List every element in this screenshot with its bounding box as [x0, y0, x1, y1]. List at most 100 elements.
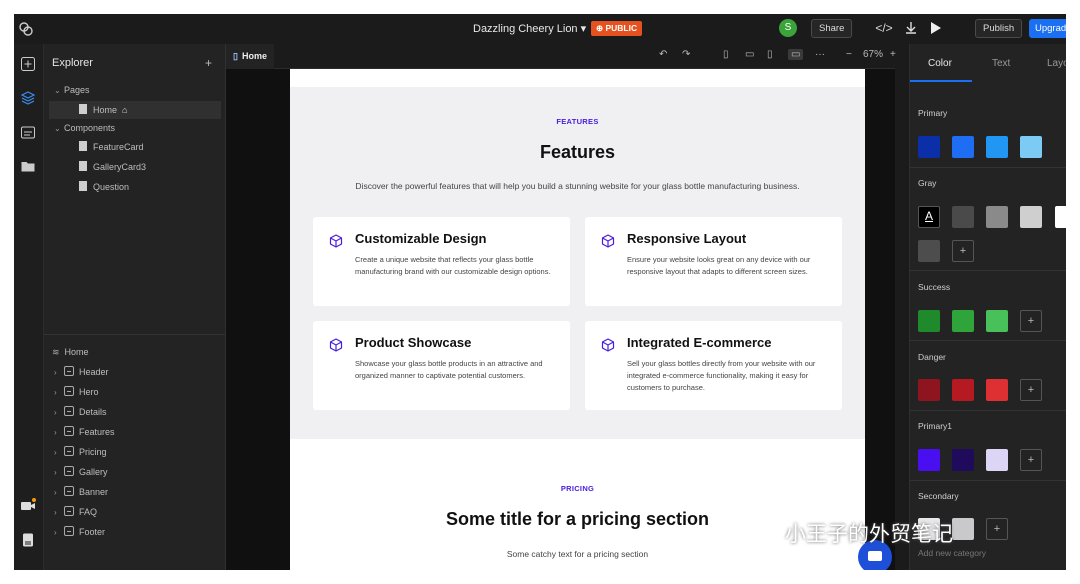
chevron-right-icon: › — [54, 488, 57, 497]
color-swatch[interactable] — [986, 449, 1008, 471]
feature-card-title: Integrated E-commerce — [627, 335, 772, 350]
document-icon[interactable] — [20, 532, 36, 548]
app-logo-icon[interactable] — [18, 21, 34, 37]
layer-item[interactable]: › Footer — [54, 523, 105, 541]
layers-icon[interactable] — [20, 90, 36, 106]
folder-icon[interactable] — [20, 158, 36, 174]
tab-home[interactable]: ▯ Home — [226, 44, 274, 69]
layer-root[interactable]: ≋ Home — [52, 343, 89, 361]
app-window: Dazzling Cheery Lion ▾ ⊕ PUBLIC S Share … — [14, 14, 1066, 570]
color-swatch[interactable] — [952, 206, 974, 228]
layer-item[interactable]: › Hero — [54, 383, 99, 401]
add-new-category-link[interactable]: Add new category — [918, 548, 986, 558]
text-color-swatch[interactable]: A — [918, 206, 940, 228]
chevron-right-icon: › — [54, 508, 57, 517]
component-item[interactable]: GalleryCard3 — [79, 158, 146, 176]
features-lead: Discover the powerful features that will… — [355, 181, 800, 191]
color-swatch[interactable] — [918, 310, 940, 332]
play-icon[interactable] — [926, 19, 944, 37]
color-swatch[interactable] — [986, 136, 1008, 158]
color-swatch[interactable] — [952, 310, 974, 332]
feature-card[interactable]: Product Showcase Showcase your glass bot… — [313, 321, 570, 410]
mobile-view-icon[interactable]: ▯ — [723, 49, 729, 60]
section-icon — [64, 506, 74, 516]
tab-text[interactable]: Text — [992, 58, 1010, 69]
component-item[interactable]: FeatureCard — [79, 138, 144, 156]
color-swatch[interactable] — [1055, 206, 1066, 228]
video-icon[interactable] — [20, 498, 36, 514]
color-swatch[interactable] — [986, 310, 1008, 332]
add-color-button[interactable]: + — [1020, 379, 1042, 401]
danger-label: Danger — [918, 352, 946, 362]
color-swatch[interactable] — [952, 449, 974, 471]
color-swatch[interactable] — [918, 449, 940, 471]
user-avatar[interactable]: S — [779, 19, 797, 37]
success-label: Success — [918, 282, 951, 292]
features-section[interactable]: FEATURES Features Discover the powerful … — [290, 87, 865, 439]
css-icon[interactable] — [20, 124, 36, 140]
page-preview[interactable]: FEATURES Features Discover the powerful … — [290, 69, 865, 570]
page-home[interactable]: Home ⌂ — [49, 101, 221, 119]
divider — [910, 167, 1066, 168]
publish-button[interactable]: Publish — [975, 19, 1023, 38]
zoom-in-button[interactable]: + — [890, 49, 896, 60]
explorer-title: Explorer — [52, 57, 93, 69]
component-icon — [79, 181, 87, 191]
color-swatch[interactable] — [952, 136, 974, 158]
upgrade-button[interactable]: Upgrad — [1029, 19, 1066, 38]
more-options-icon[interactable]: ··· — [815, 49, 825, 60]
tablet-view-icon[interactable]: ▯ — [767, 49, 773, 60]
feature-card-title: Responsive Layout — [627, 231, 747, 246]
page-icon — [79, 104, 87, 114]
color-swatch[interactable] — [1020, 206, 1042, 228]
tab-color[interactable]: Color — [928, 58, 952, 69]
project-title-dropdown[interactable]: Dazzling Cheery Lion ▾ — [473, 22, 586, 35]
section-icon — [64, 366, 74, 376]
share-button[interactable]: Share — [811, 19, 853, 38]
redo-icon[interactable]: ↷ — [682, 49, 690, 60]
color-swatch[interactable] — [918, 379, 940, 401]
layer-item[interactable]: › Features — [54, 423, 115, 441]
feature-card-desc: Ensure your website looks great on any d… — [627, 255, 811, 276]
desktop-view-icon[interactable]: ▭ — [788, 49, 804, 60]
gray-label: Gray — [918, 178, 937, 188]
zoom-out-button[interactable]: − — [846, 49, 852, 60]
color-swatch[interactable] — [918, 136, 940, 158]
add-page-button[interactable]: + — [205, 56, 212, 70]
tablet-landscape-icon[interactable]: ▭ — [745, 49, 754, 60]
pages-group[interactable]: ⌄ Pages — [54, 81, 90, 99]
add-color-button[interactable]: + — [1020, 310, 1042, 332]
components-group[interactable]: ⌄ Components — [54, 119, 115, 137]
layer-item[interactable]: › Banner — [54, 483, 108, 501]
chevron-down-icon: ⌄ — [54, 86, 61, 95]
undo-icon[interactable]: ↶ — [659, 49, 667, 60]
color-swatch[interactable] — [1020, 136, 1042, 158]
layer-item[interactable]: › Pricing — [54, 443, 107, 461]
feature-card[interactable]: Customizable Design Create a unique webs… — [313, 217, 570, 306]
color-swatch[interactable] — [952, 379, 974, 401]
download-icon[interactable] — [902, 19, 920, 37]
layer-item[interactable]: › Header — [54, 363, 109, 381]
component-item[interactable]: Question — [79, 178, 129, 196]
color-swatch[interactable] — [918, 240, 940, 262]
divider — [910, 410, 1066, 411]
layer-item[interactable]: › Details — [54, 403, 107, 421]
add-color-button[interactable]: + — [952, 240, 974, 262]
tab-layout[interactable]: Layo — [1047, 58, 1066, 69]
layer-item[interactable]: › Gallery — [54, 463, 108, 481]
add-color-button[interactable]: + — [1020, 449, 1042, 471]
color-swatch[interactable] — [986, 379, 1008, 401]
feature-card[interactable]: Integrated E-commerce Sell your glass bo… — [585, 321, 842, 410]
page-icon: ▯ — [233, 51, 238, 61]
code-icon[interactable]: </> — [875, 19, 893, 37]
color-swatch[interactable] — [986, 206, 1008, 228]
color-swatch[interactable] — [952, 518, 974, 540]
chevron-right-icon: › — [54, 468, 57, 477]
component-icon — [79, 141, 87, 151]
public-badge[interactable]: ⊕ PUBLIC — [591, 21, 643, 36]
style-panel: Color Text Layo Primary Gray A + Success… — [909, 44, 1066, 570]
add-color-button[interactable]: + — [986, 518, 1008, 540]
feature-card[interactable]: Responsive Layout Ensure your website lo… — [585, 217, 842, 306]
layer-item[interactable]: › FAQ — [54, 503, 97, 521]
add-element-icon[interactable] — [20, 56, 36, 72]
